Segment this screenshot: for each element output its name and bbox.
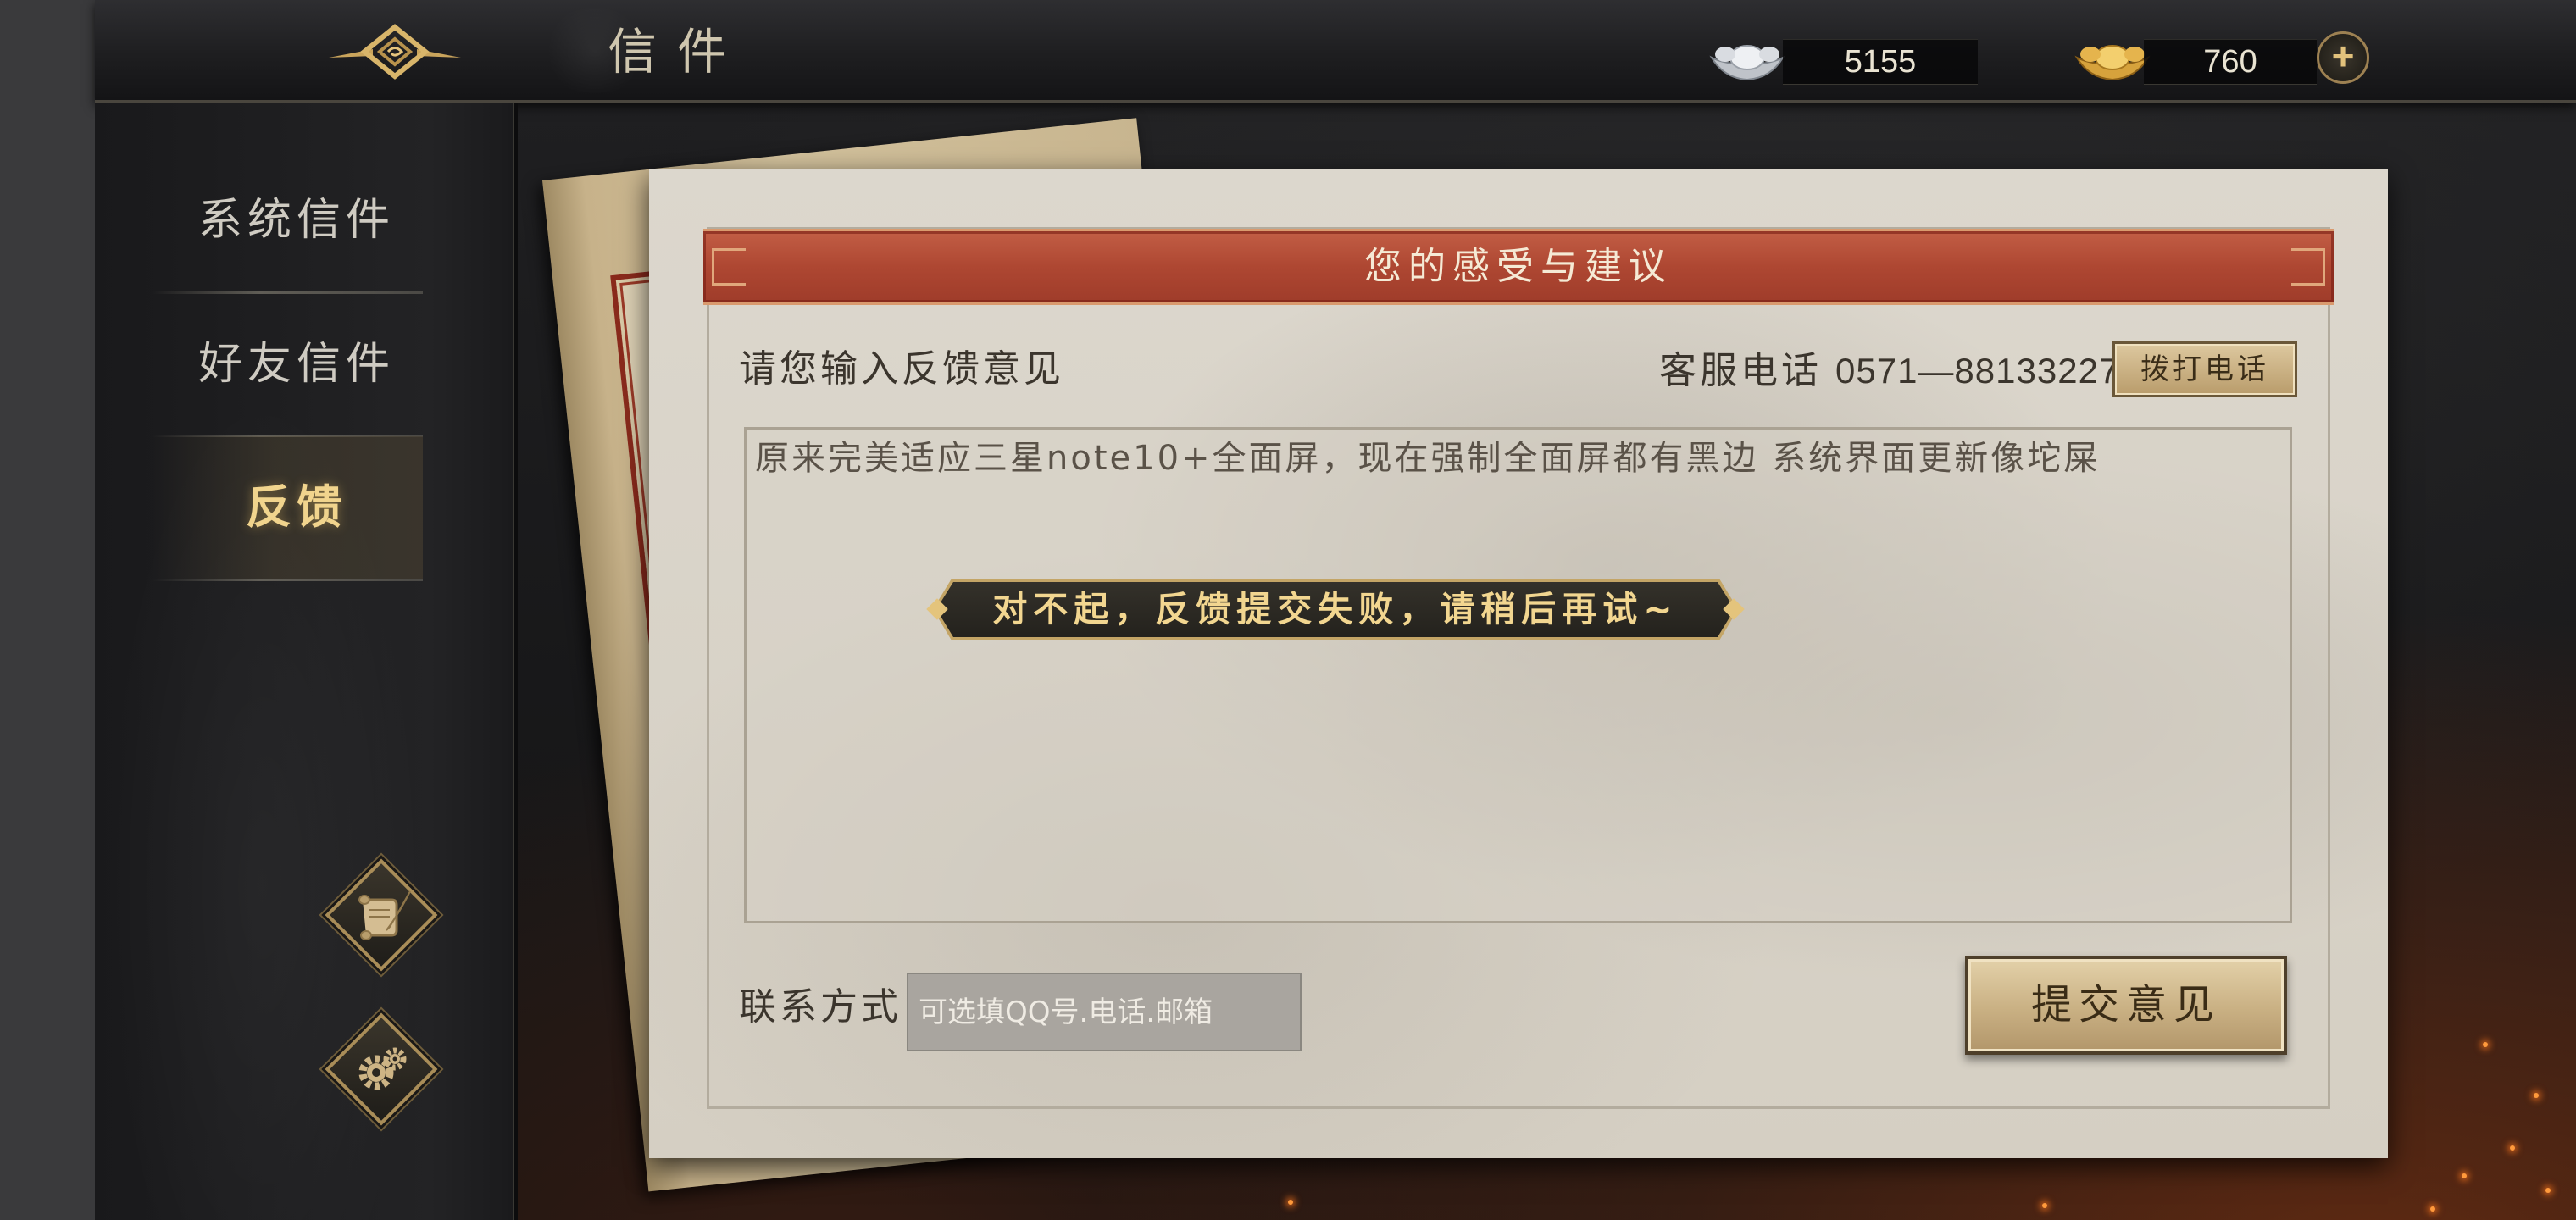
toast-message: 对不起，反馈提交失败，请稍后再试~ bbox=[992, 589, 1679, 629]
hotline-number: 0571—88133227 bbox=[1835, 351, 2120, 391]
sidebar-item-feedback[interactable]: 反馈 bbox=[152, 436, 423, 579]
sidebar-item-friend-mail[interactable]: 好友信件 bbox=[152, 293, 423, 435]
feedback-panel: 您的感受与建议 请您输入反馈意见 客服电话 0571—88133227 拨打电话 … bbox=[649, 169, 2388, 1158]
silver-amount: 5155 bbox=[1844, 44, 1917, 80]
compose-button[interactable] bbox=[324, 857, 439, 973]
hotline: 客服电话 0571—88133227 bbox=[1659, 347, 2119, 395]
gold-amount: 760 bbox=[2203, 44, 2257, 80]
back-button[interactable] bbox=[329, 24, 461, 80]
error-toast: 对不起，反馈提交失败，请稍后再试~ bbox=[926, 579, 1745, 640]
ember-spark bbox=[2430, 1206, 2435, 1212]
top-bar: 信件 5155 760 + bbox=[95, 0, 2576, 103]
sidebar-item-label: 好友信件 bbox=[197, 339, 395, 390]
gold-balance: 760 bbox=[2144, 39, 2317, 85]
ember-spark bbox=[2534, 1093, 2539, 1098]
settings-button[interactable] bbox=[324, 1012, 439, 1127]
sidebar-item-system-mail[interactable]: 系统信件 bbox=[152, 149, 423, 291]
scroll-quill-icon bbox=[358, 890, 411, 940]
hotline-label: 客服电话 bbox=[1659, 349, 1822, 392]
contact-label: 联系方式 bbox=[739, 985, 902, 1029]
feedback-textarea[interactable]: 原来完美适应三星note10+全面屏，现在强制全面屏都有黑边 系统界面更新像坨屎 bbox=[744, 427, 2292, 923]
silver-ingot-icon bbox=[1708, 32, 1786, 85]
add-gold-button[interactable]: + bbox=[2317, 31, 2369, 84]
emblem-back-icon bbox=[329, 24, 461, 80]
screen-gutter bbox=[0, 0, 95, 1220]
call-button[interactable]: 拨打电话 bbox=[2112, 341, 2297, 397]
feedback-prompt: 请您输入反馈意见 bbox=[739, 347, 1064, 391]
panel-heading: 您的感受与建议 bbox=[1364, 245, 1673, 288]
ember-spark bbox=[2510, 1145, 2515, 1151]
ember-spark bbox=[2462, 1173, 2467, 1178]
submit-button[interactable]: 提交意见 bbox=[1965, 956, 2287, 1055]
plus-icon: + bbox=[2331, 34, 2355, 78]
contact-input[interactable] bbox=[907, 973, 1302, 1051]
silver-balance: 5155 bbox=[1783, 39, 1978, 85]
gold-ingot-icon bbox=[2074, 32, 2151, 85]
ember-spark bbox=[2483, 1042, 2488, 1047]
gear-icon bbox=[358, 1047, 407, 1090]
ember-spark bbox=[2545, 1188, 2551, 1193]
sidebar-item-label: 系统信件 bbox=[197, 195, 395, 246]
ember-spark bbox=[2042, 1203, 2047, 1208]
sidebar-item-label: 反馈 bbox=[246, 480, 347, 534]
ember-spark bbox=[1288, 1200, 1293, 1205]
page-title: 信件 bbox=[608, 23, 747, 80]
divider bbox=[152, 579, 423, 581]
panel-header: 您的感受与建议 bbox=[703, 229, 2334, 305]
